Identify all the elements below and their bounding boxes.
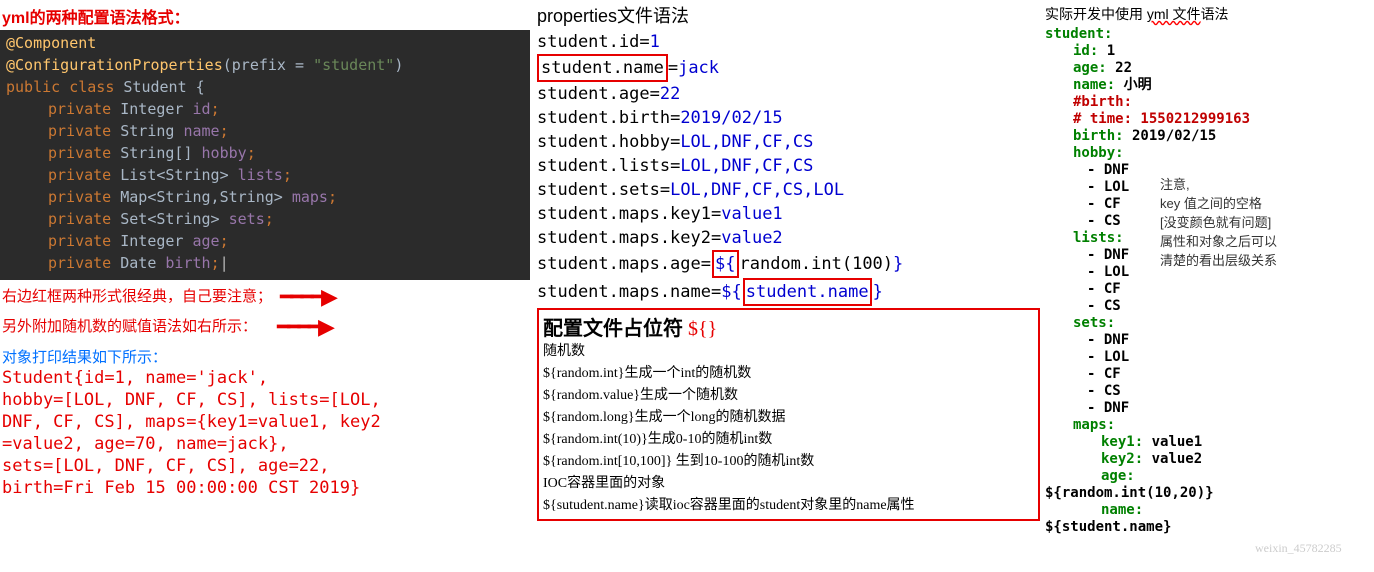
prop-line: student.lists=LOL,DNF,CF,CS — [537, 154, 1040, 178]
note-2: 另外附加随机数的赋值语法如右所示：━━━━▶ — [2, 314, 530, 340]
ph-line: ${sutudent.name}读取ioc容器里面的student对象里的nam… — [543, 495, 1034, 517]
properties-title: properties文件语法 — [537, 2, 1040, 28]
arrow-icon: ━━━━▶ — [280, 284, 335, 310]
prop-line: student.maps.key2=value2 — [537, 226, 1040, 250]
ph-line: ${random.int}生成一个int的随机数 — [543, 363, 1034, 385]
prop-line: student.maps.name=${student.name} — [537, 278, 1040, 306]
watermark: weixin_45782285 — [1255, 541, 1342, 556]
prop-line: student.maps.age=${random.int(100)} — [537, 250, 1040, 278]
highlight-box: student.name — [537, 54, 668, 82]
prop-line: student.maps.key1=value1 — [537, 202, 1040, 226]
yml-title: yml的两种配置语法格式： — [2, 4, 530, 28]
output-line: birth=Fri Feb 15 00:00:00 CST 2019} — [2, 477, 530, 499]
placeholder-title: 配置文件占位符 ${} — [543, 312, 1034, 341]
output-line: sets=[LOL, DNF, CF, CS], age=22, — [2, 455, 530, 477]
column-middle: properties文件语法 student.id=1 student.name… — [535, 0, 1040, 521]
prop-line: student.hobby=LOL,DNF,CF,CS — [537, 130, 1040, 154]
side-note: 注意, key 值之间的空格 [没变颜色就有问题] 属性和对象之后可以 清楚的看… — [1160, 175, 1277, 270]
note-1: 右边红框两种形式很经典，自己要注意；━━━━▶ — [2, 284, 530, 310]
output-line: Student{id=1, name='jack', — [2, 367, 530, 389]
arrow-icon: ━━━━▶ — [277, 314, 332, 340]
result-title: 对象打印结果如下所示： — [2, 346, 530, 367]
output-line: DNF, CF, CS], maps={key1=value1, key2 — [2, 411, 530, 433]
prop-line: student.sets=LOL,DNF,CF,CS,LOL — [537, 178, 1040, 202]
yml-footer-line: ${student.name} — [1045, 519, 1370, 536]
highlight-box: ${ — [712, 250, 738, 278]
prop-line: student.age=22 — [537, 82, 1040, 106]
ph-line: IOC容器里面的对象 — [543, 473, 1034, 495]
prop-line: student.name=jack — [537, 54, 1040, 82]
output-line: hobby=[LOL, DNF, CF, CS], lists=[LOL, — [2, 389, 530, 411]
java-code-block: @Component @ConfigurationProperties(pref… — [0, 30, 530, 280]
yml-footer-line: ${random.int(10,20)} — [1045, 485, 1370, 502]
prop-line: student.birth=2019/02/15 — [537, 106, 1040, 130]
column-left: yml的两种配置语法格式： @Component @ConfigurationP… — [0, 0, 530, 499]
ph-line: ${random.int(10)}生成0-10的随机int数 — [543, 429, 1034, 451]
ph-line: ${random.value}生成一个随机数 — [543, 385, 1034, 407]
prop-line: student.id=1 — [537, 30, 1040, 54]
ph-line: ${random.long}生成一个long的随机数据 — [543, 407, 1034, 429]
ph-line: ${random.int[10,100]} 生到10-100的随机int数 — [543, 451, 1034, 473]
ph-line: 随机数 — [543, 341, 1034, 363]
placeholder-box: 配置文件占位符 ${} 随机数 ${random.int}生成一个int的随机数… — [537, 308, 1040, 521]
highlight-box: student.name — [743, 278, 872, 306]
yml-usage-title: 实际开发中使用 yml 文件语法 — [1045, 4, 1370, 24]
output-line: =value2, age=70, name=jack}, — [2, 433, 530, 455]
